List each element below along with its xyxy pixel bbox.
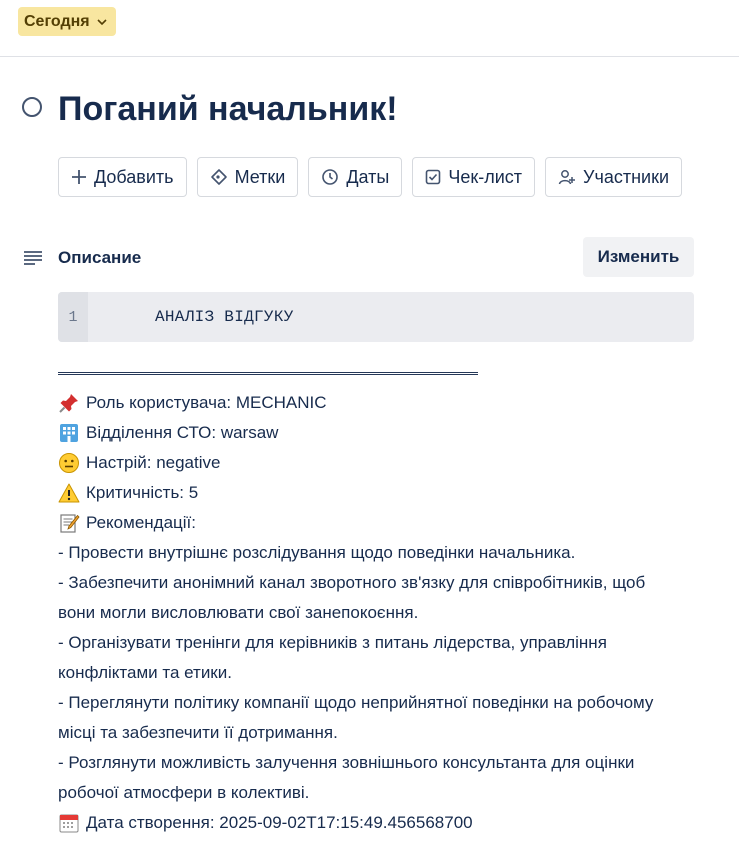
created-date-line: Дата створення: 2025-09-02T17:15:49.4565… (58, 808, 718, 838)
top-bar: Сегодня (0, 0, 739, 57)
code-text: АНАЛІЗ ВІДГУКУ (155, 308, 294, 326)
description-icon (23, 249, 43, 272)
warning-icon (58, 482, 80, 504)
chevron-down-icon (96, 16, 108, 28)
plus-icon (71, 169, 87, 185)
recommendation-item-cont: вони могли висловлювати свої занепокоєнн… (58, 603, 419, 622)
card-complete-toggle[interactable] (22, 97, 42, 117)
calendar-icon (58, 812, 80, 834)
neutral-face-icon (58, 452, 80, 474)
labels-button-label: Метки (234, 166, 286, 187)
dates-button[interactable]: Даты (308, 157, 403, 197)
recommendation-item: - Провести внутрішнє розслідування щодо … (58, 543, 576, 562)
checklist-button-label: Чек-лист (448, 166, 523, 187)
recommendations-text: Рекомендації: (86, 513, 196, 532)
checklist-button[interactable]: Чек-лист (412, 157, 536, 197)
criticality-line: Критичність: 5 (58, 478, 718, 508)
office-building-icon (58, 422, 80, 444)
description-heading: Описание (58, 248, 142, 267)
add-member-icon (558, 168, 576, 186)
members-button[interactable]: Участники (545, 157, 683, 197)
checkbox-icon (425, 169, 441, 185)
add-button[interactable]: Добавить (58, 157, 187, 197)
tag-icon (210, 168, 228, 186)
branch-text: Відділення СТО: warsaw (86, 423, 279, 442)
recommendation-item-cont: конфліктами та етики. (58, 663, 232, 682)
date-chip[interactable]: Сегодня (18, 7, 116, 36)
date-chip-label: Сегодня (24, 12, 90, 30)
description-body: Роль користувача: MECHANIC Відділення СТ… (58, 388, 718, 838)
created-date-text: Дата створення: 2025-09-02T17:15:49.4565… (86, 813, 473, 832)
role-text: Роль користувача: MECHANIC (86, 393, 327, 412)
members-button-label: Участники (583, 166, 670, 187)
labels-button[interactable]: Метки (196, 157, 299, 197)
line-number: 1 (58, 292, 88, 342)
card-title[interactable]: Поганий начальник! (58, 86, 398, 132)
recommendation-item: - Забезпечити анонімний канал зворотного… (58, 573, 646, 592)
recommendation-item-cont: місці та забезпечити її дотримання. (58, 723, 338, 742)
recommendation-item: - Організувати тренінги для керівників з… (58, 633, 607, 652)
memo-icon (58, 512, 80, 534)
add-button-label: Добавить (94, 166, 174, 187)
recommendations-line: Рекомендації: (58, 508, 718, 538)
recommendation-item: - Переглянути політику компанії щодо неп… (58, 693, 654, 712)
branch-line: Відділення СТО: warsaw (58, 418, 718, 448)
mood-text: Настрій: negative (86, 453, 221, 472)
edit-description-button[interactable]: Изменить (583, 237, 694, 277)
clock-icon (321, 168, 339, 186)
pushpin-icon (58, 392, 80, 414)
code-block: 1 АНАЛІЗ ВІДГУКУ (58, 292, 694, 342)
separator-line (58, 372, 478, 375)
criticality-text: Критичність: 5 (86, 483, 199, 502)
dates-button-label: Даты (346, 166, 390, 187)
recommendation-item: - Розглянути можливість залучення зовніш… (58, 753, 635, 772)
card-actions: Добавить Метки Даты Чек-лист Участники (58, 157, 683, 197)
role-line: Роль користувача: MECHANIC (58, 388, 718, 418)
recommendation-item-cont: робочої атмосфери в колективі. (58, 783, 310, 802)
mood-line: Настрій: negative (58, 448, 718, 478)
